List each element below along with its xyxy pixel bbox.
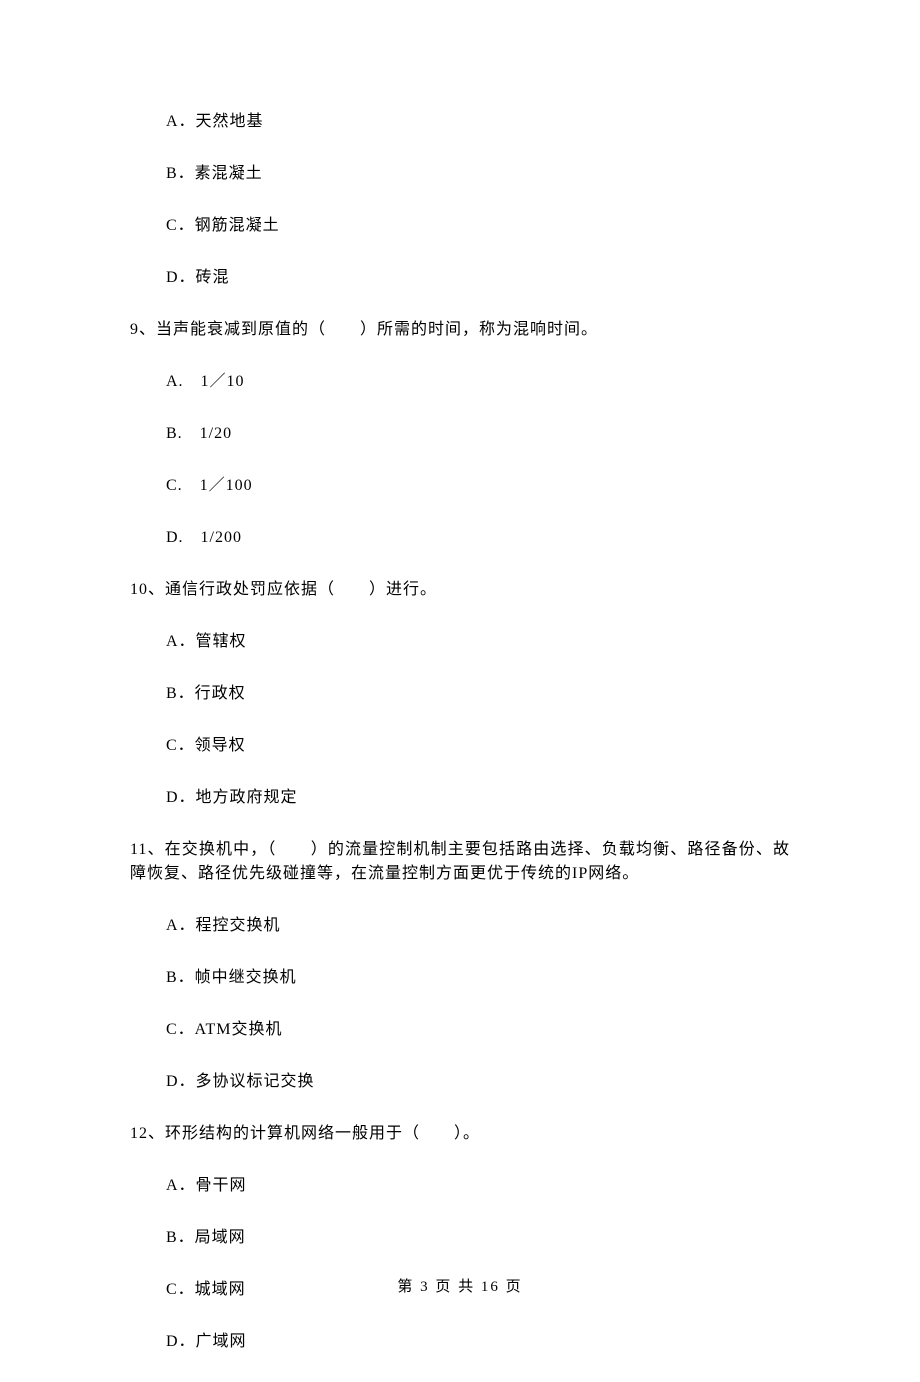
exam-page: A．天然地基 B．素混凝土 C．钢筋混凝土 D．砖混 9、当声能衰减到原值的（ … xyxy=(0,0,920,1354)
question-9-option-a: A. 1／10 xyxy=(130,370,790,394)
prev-option-d: D．砖混 xyxy=(130,266,790,290)
question-10-option-d: D．地方政府规定 xyxy=(130,786,790,810)
question-10-option-c: C．领导权 xyxy=(130,734,790,758)
question-12-option-a: A．骨干网 xyxy=(130,1174,790,1198)
question-12-stem: 12、环形结构的计算机网络一般用于（ ）。 xyxy=(130,1122,790,1146)
question-11-stem: 11、在交换机中，（ ）的流量控制机制主要包括路由选择、负载均衡、路径备份、故障… xyxy=(130,838,790,886)
question-10-option-b: B．行政权 xyxy=(130,682,790,706)
question-11-option-b: B．帧中继交换机 xyxy=(130,966,790,990)
question-10-stem: 10、通信行政处罚应依据（ ）进行。 xyxy=(130,578,790,602)
question-9-option-c: C. 1／100 xyxy=(130,474,790,498)
question-9-stem: 9、当声能衰减到原值的（ ）所需的时间，称为混响时间。 xyxy=(130,318,790,342)
prev-option-c: C．钢筋混凝土 xyxy=(130,214,790,238)
page-footer: 第 3 页 共 16 页 xyxy=(0,1276,920,1299)
question-10-option-a: A．管辖权 xyxy=(130,630,790,654)
question-11-option-d: D．多协议标记交换 xyxy=(130,1070,790,1094)
prev-option-a: A．天然地基 xyxy=(130,110,790,134)
question-11-option-c: C．ATM交换机 xyxy=(130,1018,790,1042)
question-11-option-a: A．程控交换机 xyxy=(130,914,790,938)
question-12-option-b: B．局域网 xyxy=(130,1226,790,1250)
question-12-option-d: D．广域网 xyxy=(130,1330,790,1354)
prev-option-b: B．素混凝土 xyxy=(130,162,790,186)
question-9-option-b: B. 1/20 xyxy=(130,422,790,446)
question-9-option-d: D. 1/200 xyxy=(130,526,790,550)
